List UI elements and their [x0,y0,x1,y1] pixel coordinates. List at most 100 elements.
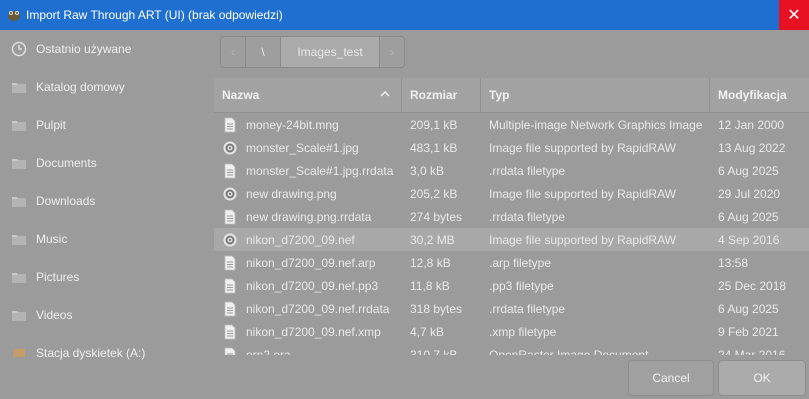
file-name: nikon_d7200_09.nef.rrdata [246,301,390,316]
file-row[interactable]: nikon_d7200_09.nef.xmp 4,7 kB .xmp filetyp… [214,320,809,343]
sidebar-item-label: Music [36,232,68,246]
sidebar-icon-wrap [10,116,28,134]
document-icon [224,117,236,132]
sidebar-item-label: Pictures [36,270,80,284]
places-sidebar: Ostatnio używane Katalog domowy Pulpit Docu… [0,30,214,399]
sidebar-item-label: Pulpit [36,118,67,132]
path-current-folder-button[interactable]: Images_test [281,37,380,67]
file-modified-cell: 9 Feb 2021 [718,324,779,339]
file-row[interactable]: new drawing.png 205,2 kB Image file suppor… [214,182,809,205]
column-header-name[interactable]: Nazwa [214,78,402,112]
file-modified-cell: 6 Aug 2025 [718,209,779,224]
file-name: nikon_d7200_09.nef.pp3 [246,278,379,293]
file-modified-cell: 13:58 [718,255,749,270]
file-name: new drawing.png [246,186,337,201]
file-row[interactable]: monster_Scale#1.jpg.rrdata 3,0 kB .rrdata … [214,159,809,182]
path-back-button[interactable]: ‹ [221,37,246,67]
rapidraw-icon [223,233,237,246]
file-size-cell: 12,8 kB [410,255,451,270]
window-title: Import Raw Through ART (UI) (brak odpowi… [26,8,283,22]
file-modified-cell: 25 Dec 2018 [718,278,787,293]
rapidraw-icon [223,187,237,200]
sidebar-item-3[interactable]: Documents [0,144,214,182]
sidebar-icon-wrap [10,306,28,324]
file-type-cell: .rrdata filetype [489,163,566,178]
file-name: monster_Scale#1.jpg [246,140,359,155]
path-bar: ‹ \ Images_test › [220,36,405,68]
sidebar-item-0[interactable]: Ostatnio używane [0,30,214,68]
sidebar-icon-wrap [10,268,28,286]
file-rows: money-24bit.mng 209,1 kB Multiple-image Ne… [214,113,809,366]
home-folder-icon [12,83,26,93]
file-modified-cell: 6 Aug 2025 [718,301,779,316]
dialog-footer: Cancel OK [214,355,809,399]
file-name-cell: monster_Scale#1.jpg.rrdata [214,163,402,179]
file-row[interactable]: nikon_d7200_09.nef.rrdata 318 bytes .rrdat… [214,297,809,320]
file-list-header: Nazwa Rozmiar Typ Modyfikacja [214,78,809,113]
downloads-folder-icon [12,197,26,207]
file-name: nikon_d7200_09.nef.xmp [246,324,381,339]
file-row[interactable]: nikon_d7200_09.nef 30,2 MB Image file supp… [214,228,809,251]
file-type-cell: .rrdata filetype [489,209,566,224]
file-size-cell: 209,1 kB [410,117,458,132]
file-modified-cell: 13 Aug 2022 [718,140,786,155]
sidebar-item-2[interactable]: Pulpit [0,106,214,144]
sidebar-item-5[interactable]: Music [0,220,214,258]
path-root-button[interactable]: \ [246,37,281,67]
sidebar-icon-wrap [10,154,28,172]
path-forward-button[interactable]: › [380,37,404,67]
file-name-cell: nikon_d7200_09.nef [214,232,402,248]
music-folder-icon [12,235,26,245]
column-type-label: Typ [489,88,510,102]
title-bar: Import Raw Through ART (UI) (brak odpowi… [0,0,809,30]
file-row[interactable]: nikon_d7200_09.nef.pp3 11,8 kB .pp3 filety… [214,274,809,297]
document-icon [224,324,236,339]
file-name-cell: nikon_d7200_09.nef.arp [214,255,402,271]
file-name-cell: nikon_d7200_09.nef.pp3 [214,278,402,294]
sidebar-icon-wrap [10,192,28,210]
sidebar-icon-wrap [10,230,28,248]
cancel-button[interactable]: Cancel [628,360,714,396]
file-name: nikon_d7200_09.nef [246,232,355,247]
sidebar-icon-wrap [10,344,28,362]
file-row[interactable]: nikon_d7200_09.nef.arp 12,8 kB .arp filety… [214,251,809,274]
sidebar-item-label: Katalog domowy [36,80,125,94]
close-icon: ✕ [787,7,801,24]
sidebar-item-7[interactable]: Videos [0,296,214,334]
ok-button[interactable]: OK [718,360,806,396]
file-row[interactable]: money-24bit.mng 209,1 kB Multiple-image Ne… [214,113,809,136]
floppy-drive-icon [13,349,25,357]
file-type-cell: Multiple-image Network Graphics Image [489,117,703,132]
column-name-label: Nazwa [222,88,260,102]
app-icon [8,11,20,21]
document-icon [224,163,236,178]
file-type-cell: Image file supported by RapidRAW [489,232,676,247]
file-row[interactable]: monster_Scale#1.jpg 483,1 kB Image file su… [214,136,809,159]
documents-folder-icon [12,159,26,169]
file-row[interactable]: new drawing.png.rrdata 274 bytes .rrdata f… [214,205,809,228]
rapidraw-icon [223,141,237,154]
sidebar-item-6[interactable]: Pictures [0,258,214,296]
file-name: monster_Scale#1.jpg.rrdata [246,163,394,178]
file-type-cell: Image file supported by RapidRAW [489,140,676,155]
file-size-cell: 4,7 kB [410,324,445,339]
file-name: nikon_d7200_09.nef.arp [246,255,376,270]
sidebar-item-label: Documents [36,156,97,170]
sidebar-item-1[interactable]: Katalog domowy [0,68,214,106]
document-icon [224,301,236,316]
column-header-size[interactable]: Rozmiar [402,78,481,112]
file-size-cell: 318 bytes [410,301,463,316]
file-browser: ‹ \ Images_test › Nazwa Rozmiar Typ Mody… [214,30,809,399]
sidebar-item-4[interactable]: Downloads [0,182,214,220]
file-size-cell: 483,1 kB [410,140,458,155]
sidebar-item-8[interactable]: Stacja dyskietek (A:) [0,334,214,372]
file-size-cell: 274 bytes [410,209,463,224]
close-button[interactable]: ✕ [779,0,809,30]
file-type-cell: .rrdata filetype [489,301,566,316]
file-name-cell: nikon_d7200_09.nef.rrdata [214,301,402,317]
column-header-type[interactable]: Typ [481,78,710,112]
file-name-cell: money-24bit.mng [214,117,402,133]
pictures-folder-icon [12,273,26,283]
column-header-modified[interactable]: Modyfikacja [710,78,809,112]
file-size-cell: 30,2 MB [410,232,455,247]
